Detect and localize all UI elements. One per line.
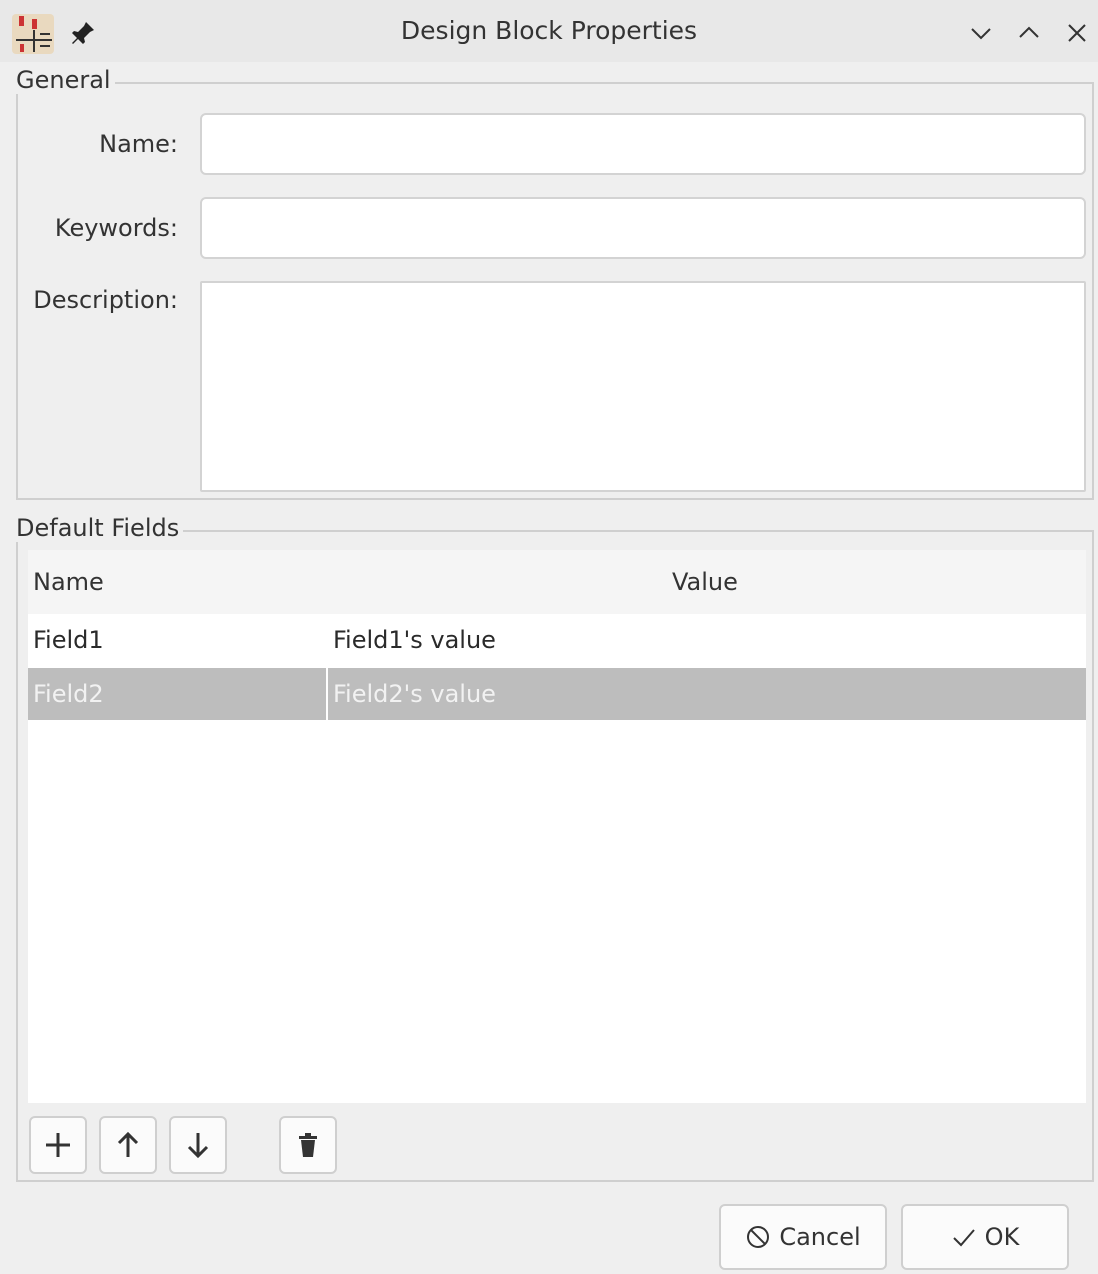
cell-name[interactable]: Field1: [28, 614, 326, 666]
add-field-button[interactable]: [29, 1116, 87, 1174]
maximize-icon[interactable]: [1016, 20, 1042, 46]
column-header-name[interactable]: Name: [33, 568, 104, 596]
design-block-properties-dialog: Design Block Properties General Name: Ke…: [0, 0, 1098, 1274]
move-down-button[interactable]: [169, 1116, 227, 1174]
arrow-up-icon: [117, 1131, 139, 1157]
general-group-label: General: [16, 66, 115, 94]
table-row[interactable]: Field1 Field1's value: [28, 614, 1086, 666]
trash-icon: [299, 1133, 317, 1157]
default-fields-group-label: Default Fields: [16, 514, 184, 542]
cell-name[interactable]: Field2: [28, 668, 328, 720]
arrow-down-icon: [187, 1133, 209, 1159]
description-label: Description:: [33, 286, 178, 314]
cell-value[interactable]: Field1's value: [328, 614, 1086, 666]
cancel-label: Cancel: [779, 1223, 861, 1251]
cancel-button[interactable]: Cancel: [719, 1204, 887, 1270]
add-icon: [46, 1133, 70, 1157]
grid-header: Name Value: [28, 550, 1086, 614]
name-label: Name:: [99, 130, 178, 158]
name-input[interactable]: [200, 113, 1086, 175]
checkmark-icon: [952, 1229, 975, 1247]
ok-button[interactable]: OK: [901, 1204, 1069, 1270]
description-textarea[interactable]: [200, 281, 1086, 492]
ok-label: OK: [984, 1223, 1020, 1251]
fields-grid: Name Value Field1 Field1's value Field2 …: [28, 550, 1086, 1103]
minimize-icon[interactable]: [968, 20, 994, 46]
keywords-label: Keywords:: [54, 214, 178, 242]
cell-value[interactable]: Field2's value: [328, 668, 1086, 720]
keywords-input[interactable]: [200, 197, 1086, 259]
window-title: Design Block Properties: [400, 16, 698, 45]
delete-field-button[interactable]: [279, 1116, 337, 1174]
cancel-icon: [747, 1226, 770, 1248]
close-icon[interactable]: [1064, 20, 1090, 46]
table-row-selected[interactable]: Field2 Field2's value: [28, 668, 1086, 720]
column-header-value[interactable]: Value: [672, 568, 738, 596]
title-bar: Design Block Properties: [0, 0, 1098, 62]
move-up-button[interactable]: [99, 1116, 157, 1174]
